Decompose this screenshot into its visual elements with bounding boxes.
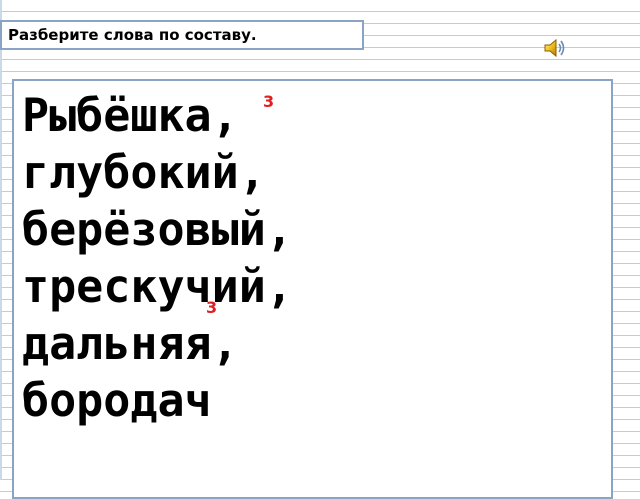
words-panel: Рыбёшка, глубокий, берёзовый, трескучий,… <box>12 79 613 499</box>
word-item: трескучий, <box>22 260 293 313</box>
word-item: бородач <box>22 374 212 427</box>
task-instruction-box: Разберите слова по составу. <box>0 20 364 50</box>
word-item: дальняя, <box>22 317 239 370</box>
red-mark-first: 3 <box>263 92 275 111</box>
speaker-icon-graphic <box>544 38 565 58</box>
page-left-edge <box>0 0 2 480</box>
task-instruction: Разберите слова по составу. <box>8 26 257 44</box>
word-list: Рыбёшка, глубокий, берёзовый, трескучий,… <box>22 87 293 429</box>
red-mark-second: 3 <box>206 298 218 317</box>
word-item: берёзовый, <box>22 203 293 256</box>
speaker-icon[interactable] <box>542 36 568 60</box>
word-item: глубокий, <box>22 146 266 199</box>
word-item: Рыбёшка, <box>22 89 239 142</box>
